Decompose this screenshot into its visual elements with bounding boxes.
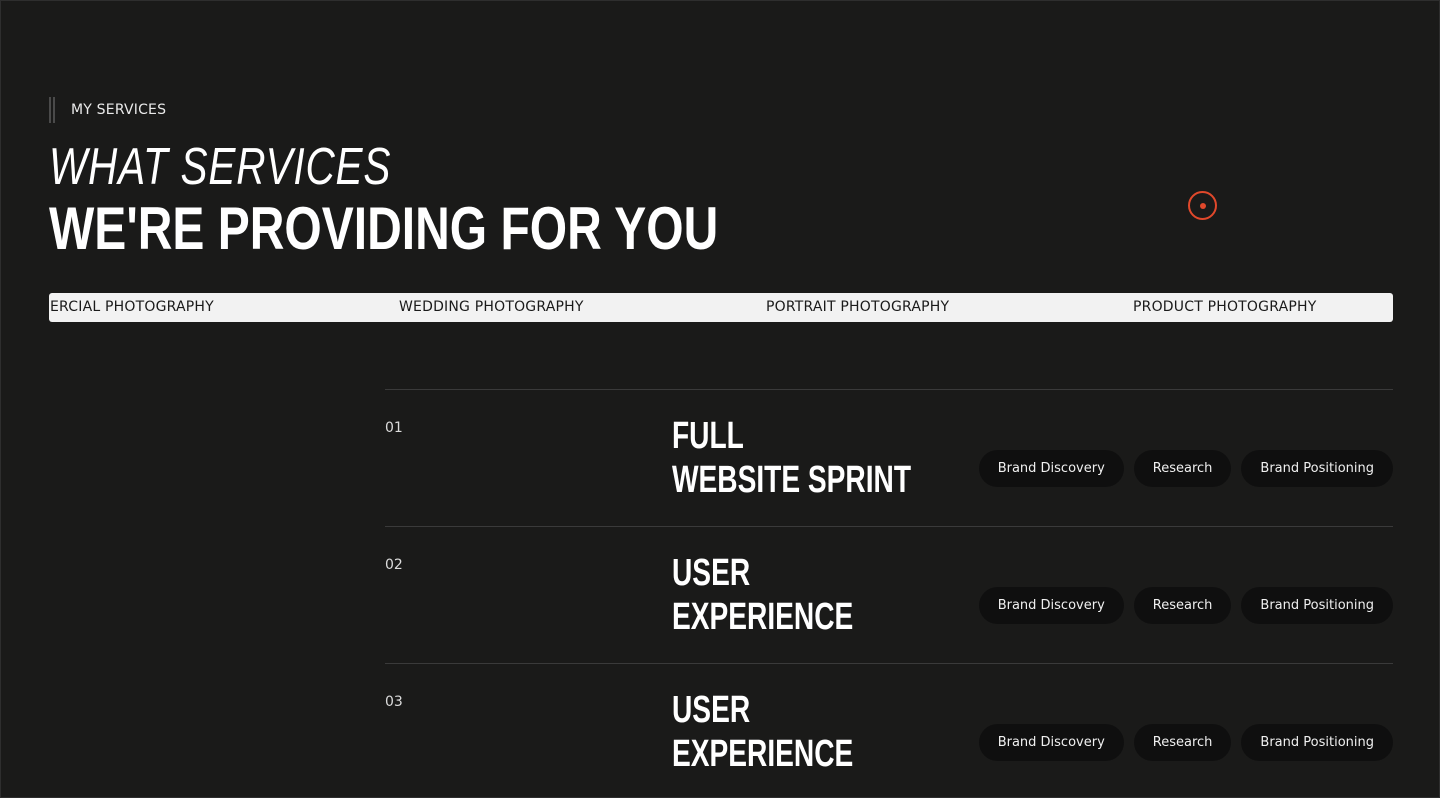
- service-title-line-1: USER: [672, 689, 751, 731]
- target-cursor-icon: [1188, 191, 1217, 220]
- tag-research[interactable]: Research: [1133, 587, 1232, 624]
- service-row[interactable]: 02 USER EXPERIENCE Brand Discovery Resea…: [385, 526, 1393, 663]
- marquee-item: ERCIAL PHOTOGRAPHY: [50, 299, 214, 315]
- service-title-line-2: WEBSITE SPRINT: [672, 459, 912, 501]
- service-number: 01: [385, 420, 403, 436]
- cursor-dot: [1199, 202, 1206, 209]
- services-marquee: ERCIAL PHOTOGRAPHY WEDDING PHOTOGRAPHY P…: [49, 293, 1393, 322]
- heading-line-2: WE'RE PROVIDING FOR YOU: [49, 195, 719, 262]
- marquee-item: PRODUCT PHOTOGRAPHY: [1133, 299, 1317, 315]
- section-heading: WHAT SERVICES WE'RE PROVIDING FOR YOU: [49, 139, 886, 261]
- service-title-line-1: FULL: [672, 415, 744, 457]
- service-number: 03: [385, 694, 403, 710]
- service-row[interactable]: 01 FULL WEBSITE SPRINT Brand Discovery R…: [385, 389, 1393, 526]
- service-tags: Brand Discovery Research Brand Positioni…: [978, 587, 1393, 624]
- tag-brand-positioning[interactable]: Brand Positioning: [1241, 450, 1393, 487]
- eyebrow-bars-icon: [49, 97, 55, 123]
- service-title[interactable]: USER EXPERIENCE: [672, 688, 853, 776]
- tag-brand-discovery[interactable]: Brand Discovery: [978, 450, 1124, 487]
- marquee-item: WEDDING PHOTOGRAPHY: [399, 299, 584, 315]
- service-number: 02: [385, 557, 403, 573]
- tag-brand-positioning[interactable]: Brand Positioning: [1241, 724, 1393, 761]
- service-tags: Brand Discovery Research Brand Positioni…: [978, 450, 1393, 487]
- tag-research[interactable]: Research: [1133, 724, 1232, 761]
- marquee-item: PORTRAIT PHOTOGRAPHY: [766, 299, 950, 315]
- service-tags: Brand Discovery Research Brand Positioni…: [978, 724, 1393, 761]
- service-title-line-2: EXPERIENCE: [672, 733, 854, 775]
- tag-research[interactable]: Research: [1133, 450, 1232, 487]
- service-title-line-1: USER: [672, 552, 751, 594]
- tag-brand-positioning[interactable]: Brand Positioning: [1241, 587, 1393, 624]
- heading-line-1: WHAT SERVICES: [49, 138, 392, 196]
- tag-brand-discovery[interactable]: Brand Discovery: [978, 724, 1124, 761]
- service-title[interactable]: FULL WEBSITE SPRINT: [672, 414, 911, 502]
- service-row[interactable]: 03 USER EXPERIENCE Brand Discovery Resea…: [385, 663, 1393, 798]
- service-title[interactable]: USER EXPERIENCE: [672, 551, 853, 639]
- services-list: 01 FULL WEBSITE SPRINT Brand Discovery R…: [385, 389, 1393, 798]
- eyebrow-label: MY SERVICES: [71, 102, 167, 118]
- section-eyebrow: MY SERVICES: [49, 97, 166, 123]
- tag-brand-discovery[interactable]: Brand Discovery: [978, 587, 1124, 624]
- service-title-line-2: EXPERIENCE: [672, 596, 854, 638]
- services-section: MY SERVICES WHAT SERVICES WE'RE PROVIDIN…: [0, 0, 1440, 798]
